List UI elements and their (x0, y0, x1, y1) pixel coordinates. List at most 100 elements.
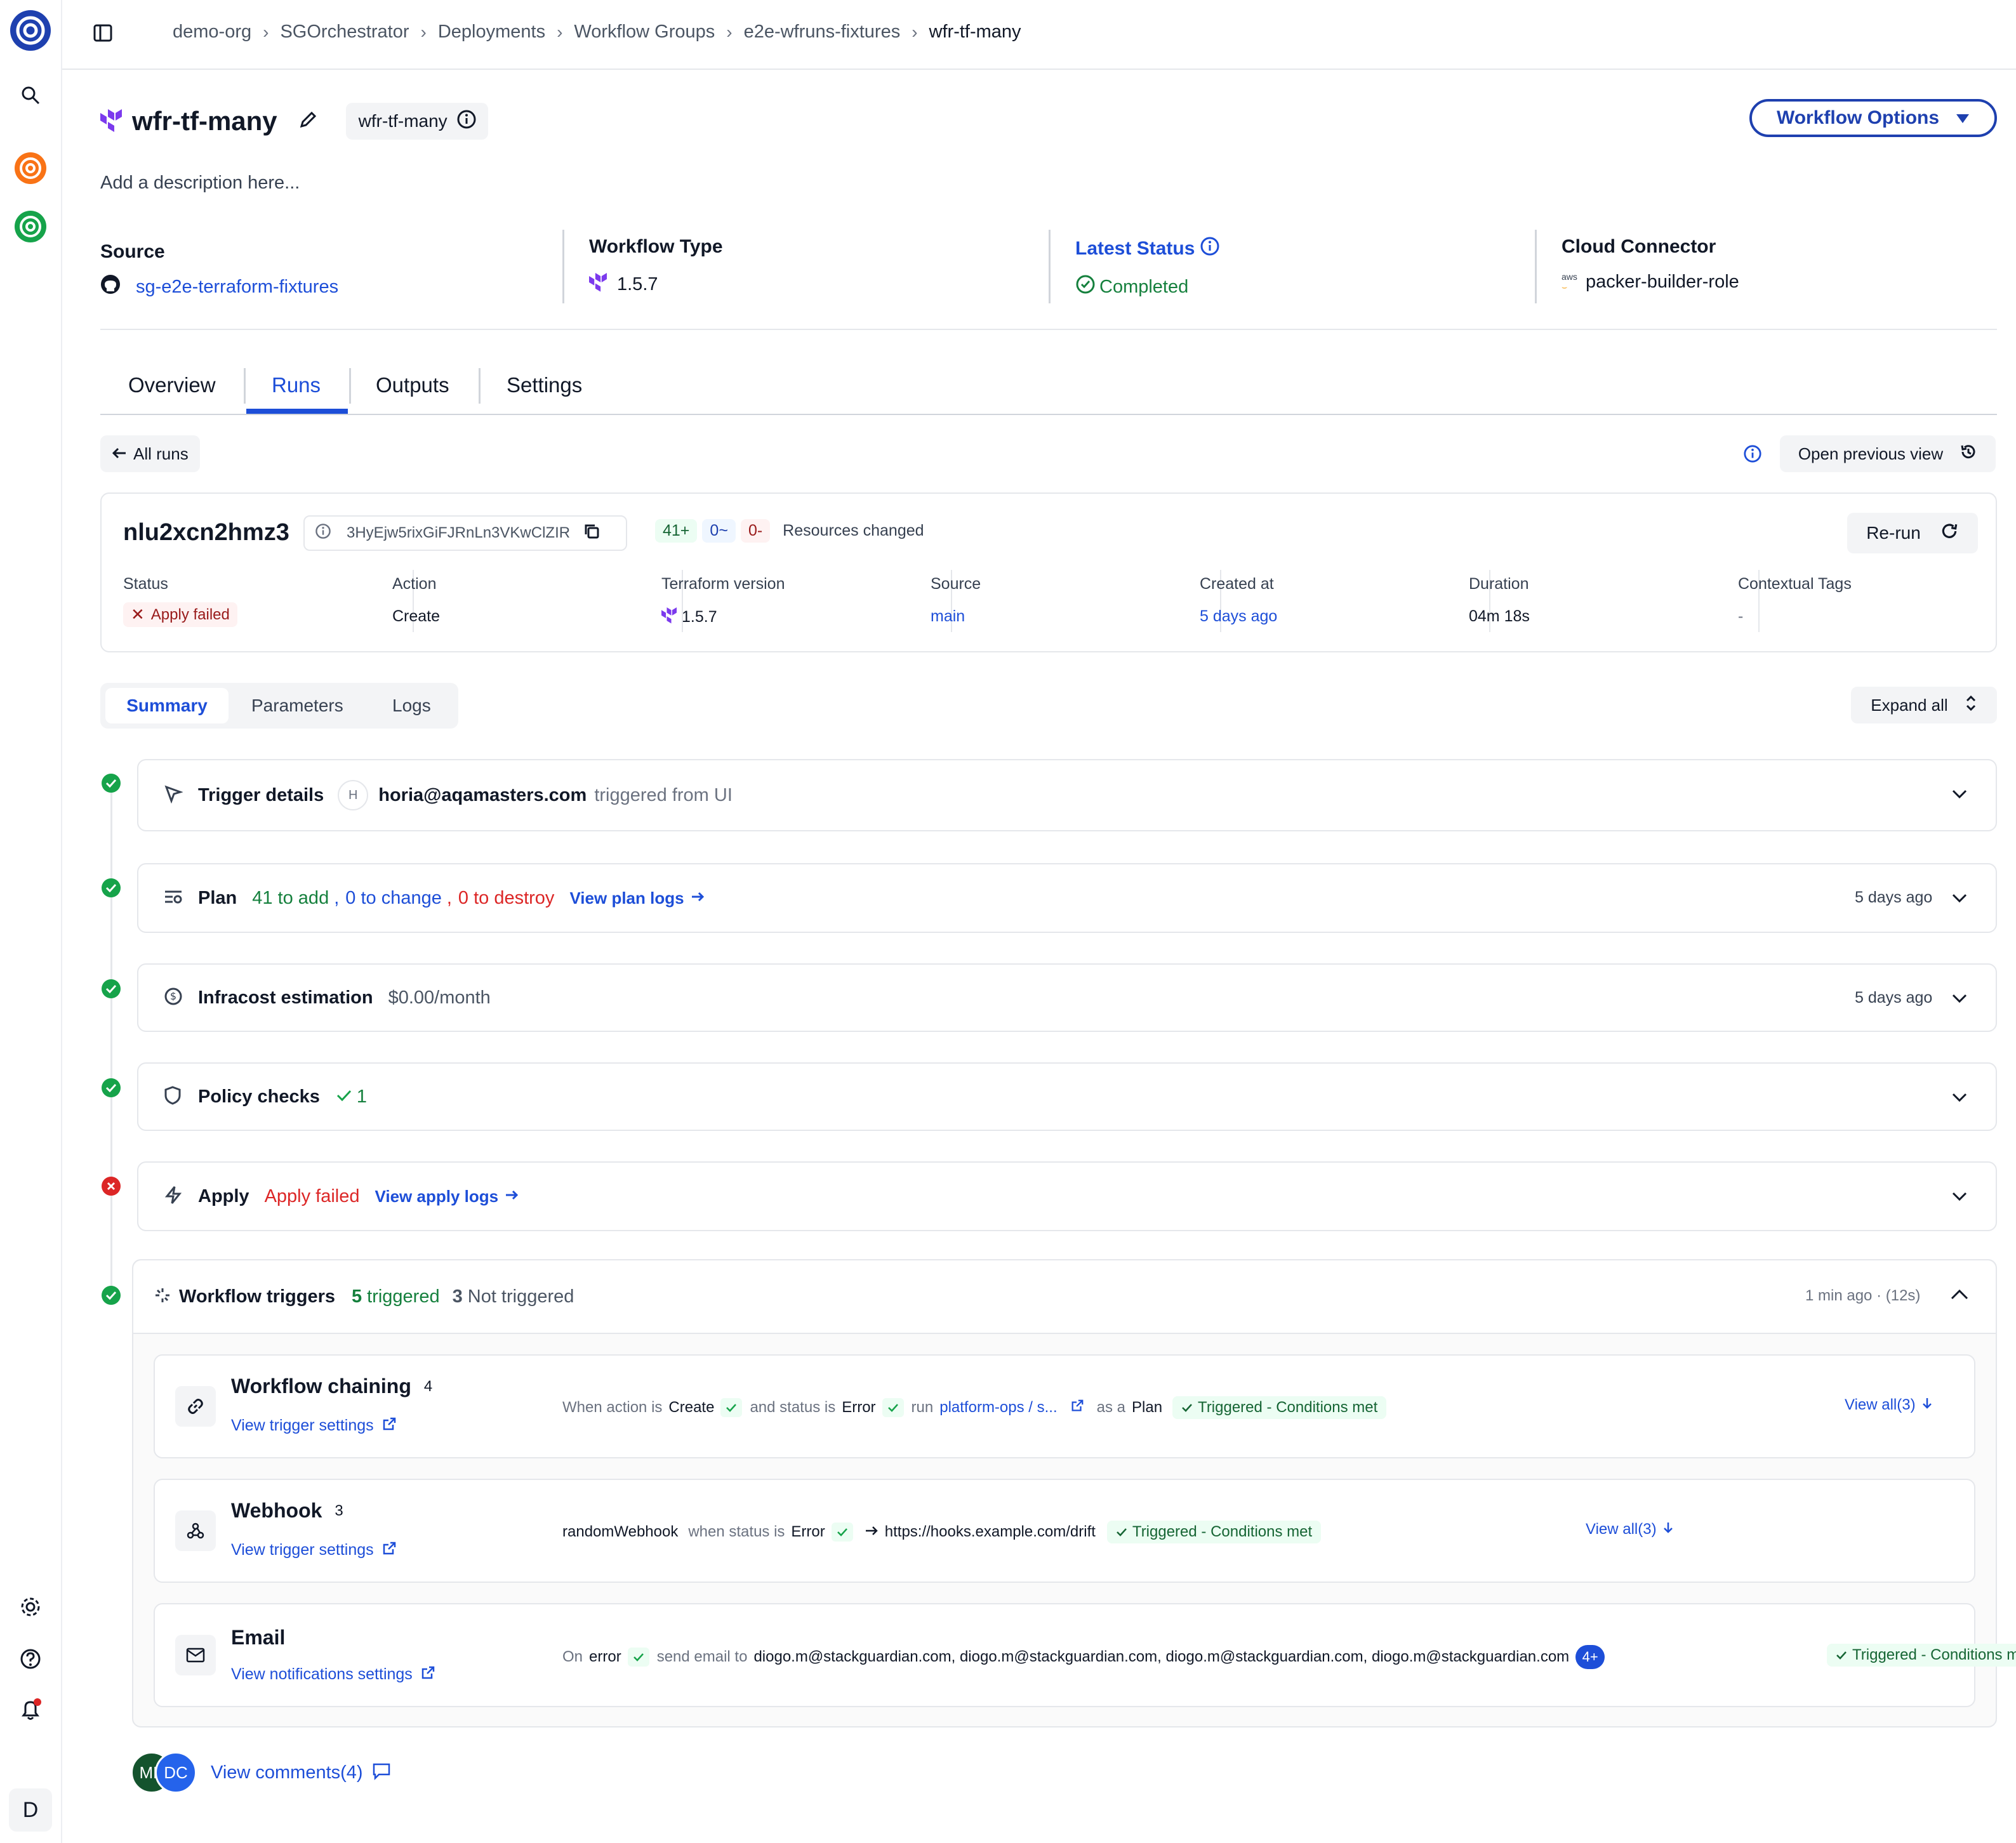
workflow-options-button[interactable]: Workflow Options (1749, 99, 1997, 137)
workflow-chaining-count: 4 (423, 1377, 433, 1395)
view-apply-logs-link[interactable]: View apply logs (375, 1187, 499, 1206)
infracost-title: Infracost estimation (198, 987, 373, 1008)
triggered-badge: Triggered - Conditions met (1172, 1396, 1387, 1419)
all-runs-button[interactable]: All runs (100, 435, 200, 472)
view-trigger-settings-link[interactable]: View trigger settings (231, 1541, 374, 1559)
arrow-down-icon (1663, 1521, 1673, 1538)
email-title: Email (231, 1626, 286, 1649)
chevron-down-icon[interactable] (1951, 1191, 1968, 1205)
description[interactable]: Add a description here... (100, 173, 300, 194)
active-tab-indicator (246, 409, 348, 414)
user-avatar[interactable]: D (9, 1788, 52, 1832)
email-card: Email View notifications settings On err… (154, 1603, 2016, 1707)
info-icon[interactable] (456, 109, 477, 134)
chevron-up-icon[interactable] (1950, 1288, 1969, 1304)
webhook-conditions: randomWebhook when status is Error https… (562, 1521, 1322, 1543)
view-all-link[interactable]: View all(3) (1586, 1521, 1673, 1538)
rerun-button[interactable]: Re-run (1847, 513, 1978, 553)
webhook-count: 3 (335, 1502, 343, 1519)
divider (1049, 230, 1051, 303)
chevron-down-icon[interactable] (1951, 892, 1968, 907)
help-icon[interactable] (20, 1648, 41, 1670)
triggered-badge-text: Triggered - Conditions met (1198, 1399, 1378, 1416)
source-link[interactable]: sg-e2e-terraform-fixtures (136, 277, 338, 298)
run-field-action: Action Create (392, 575, 440, 626)
triggered-badge-text: Triggered - Conditions met (1852, 1646, 2016, 1663)
created-at-value[interactable]: 5 days ago (1200, 607, 1277, 626)
org-green-icon[interactable] (14, 210, 47, 243)
chevron-down-icon[interactable] (1951, 1092, 1968, 1106)
svg-text:$: $ (170, 990, 176, 1002)
search-icon[interactable] (20, 85, 41, 105)
comments-section[interactable]: ME DC View comments(4) (131, 1752, 391, 1793)
source-branch-link[interactable]: main (931, 607, 981, 626)
open-previous-view-button[interactable]: Open previous view (1780, 435, 1996, 472)
policy-checks-title: Policy checks (198, 1086, 320, 1107)
cloud-connector-label: Cloud Connector (1562, 236, 1716, 257)
more-recipients-badge[interactable]: 4+ (1575, 1645, 1605, 1669)
tab-settings[interactable]: Settings (507, 373, 582, 397)
divider (100, 329, 1997, 330)
view-trigger-settings-link[interactable]: View trigger settings (231, 1417, 374, 1435)
github-icon (100, 274, 121, 300)
view-all-link[interactable]: View all(3) (1845, 1396, 1932, 1414)
subtab-parameters[interactable]: Parameters (251, 696, 343, 716)
breadcrumb-item[interactable]: demo-org (173, 22, 251, 43)
policy-checks-count: 1 (356, 1086, 367, 1107)
chevron-down-icon[interactable] (1951, 993, 1968, 1007)
divider (244, 368, 246, 404)
external-link-icon (420, 1665, 435, 1684)
breadcrumb-item[interactable]: SGOrchestrator (280, 22, 409, 43)
breadcrumb-item[interactable]: Workflow Groups (574, 22, 715, 43)
workflow-chaining-title: Workflow chaining (231, 1375, 411, 1397)
caret-down-icon (1956, 107, 1970, 129)
comment-icon (372, 1762, 391, 1783)
condition-status: Error (842, 1399, 876, 1416)
tab-runs[interactable]: Runs (272, 373, 321, 397)
run-field-created-at: Created at 5 days ago (1200, 575, 1277, 626)
target-workflow-link[interactable]: platform-ops / s... (939, 1399, 1057, 1417)
sidebar-rail: D (0, 0, 62, 1843)
avatar: DC (155, 1752, 197, 1793)
info-icon[interactable] (1743, 444, 1762, 466)
dollar-circle-icon: $ (164, 987, 183, 1009)
condition-kind: Plan (1132, 1399, 1163, 1416)
plan-row[interactable]: Plan 41 to add , 0 to change , 0 to dest… (137, 863, 1997, 933)
infracost-row[interactable]: $ Infracost estimation $0.00/month 5 day… (137, 963, 1997, 1032)
policy-checks-row[interactable]: Policy checks 1 (137, 1062, 1997, 1131)
notifications-icon[interactable] (18, 1698, 43, 1722)
apply-row[interactable]: Apply Apply failed View apply logs (137, 1161, 1997, 1231)
view-comments-link[interactable]: View comments(4) (211, 1762, 363, 1783)
settings-icon[interactable] (20, 1596, 41, 1618)
run-id: nlu2xcn2hmz3 (123, 519, 289, 546)
copy-icon[interactable] (583, 522, 600, 545)
breadcrumb-item[interactable]: Deployments (438, 22, 545, 43)
field-value: - (1738, 607, 1744, 625)
expand-all-button[interactable]: Expand all (1851, 687, 1997, 723)
terraform-icon (589, 272, 607, 297)
edit-icon[interactable] (298, 110, 318, 133)
run-field-terraform-version: Terraform version 1.5.7 (661, 575, 785, 628)
workflow-triggers-header[interactable]: Workflow triggers 5 triggered 3 Not trig… (133, 1260, 1996, 1334)
tab-overview[interactable]: Overview (128, 373, 216, 397)
subtab-summary[interactable]: Summary (105, 688, 229, 723)
arrow-down-icon (1922, 1396, 1932, 1414)
email-recipients: diogo.m@stackguardian.com, diogo.m@stack… (753, 1648, 1570, 1665)
sparkle-icon (154, 1286, 171, 1307)
logo-icon[interactable] (9, 9, 52, 52)
condition-status: Error (791, 1523, 825, 1540)
subtab-logs[interactable]: Logs (392, 696, 431, 716)
check-icon (627, 1648, 649, 1667)
sidebar-toggle-icon[interactable] (93, 23, 113, 46)
breadcrumb-item[interactable]: e2e-wfruns-fixtures (744, 22, 901, 43)
view-plan-logs-link[interactable]: View plan logs (569, 888, 684, 908)
tab-outputs[interactable]: Outputs (376, 373, 449, 397)
not-triggered-count: 3 (452, 1286, 463, 1307)
org-orange-icon[interactable] (14, 152, 47, 185)
trigger-details-row[interactable]: Trigger details H horia@aqamasters.com t… (137, 759, 1997, 831)
chevron-down-icon[interactable] (1951, 788, 1968, 803)
info-icon[interactable] (1200, 236, 1220, 261)
field-label: Status (123, 575, 168, 593)
triggered-badge-text: Triggered - Conditions met (1132, 1523, 1313, 1540)
view-notifications-settings-link[interactable]: View notifications settings (231, 1665, 413, 1684)
